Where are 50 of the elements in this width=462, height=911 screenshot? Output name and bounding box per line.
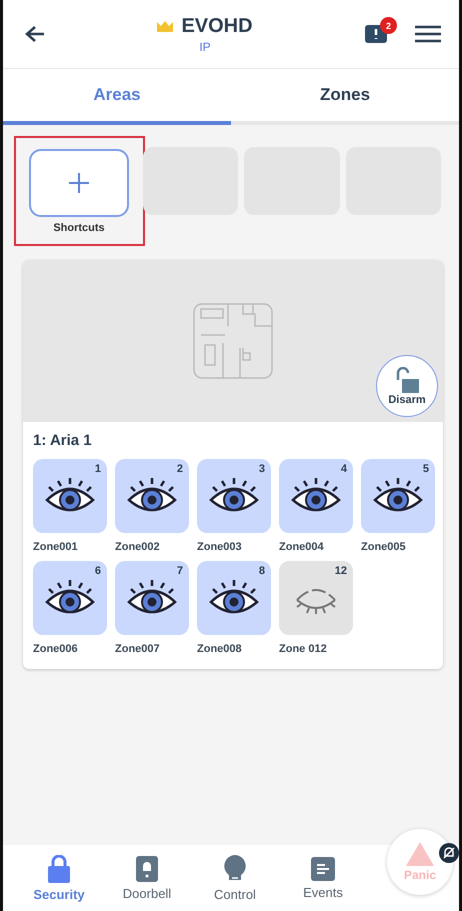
warning-triangle-icon <box>406 842 434 866</box>
document-icon <box>311 856 335 880</box>
zone-number: 1 <box>94 463 101 475</box>
zone-name: Zone002 <box>115 541 161 553</box>
zone-number: 3 <box>258 463 265 475</box>
zone-name: Zone003 <box>197 541 243 553</box>
zone-number: 5 <box>422 463 429 475</box>
crown-icon <box>157 20 174 32</box>
zone-tile[interactable]: 3 <box>197 459 271 533</box>
device-title: EVOHD <box>181 14 253 38</box>
shortcuts-label: Shortcuts <box>53 222 105 234</box>
add-shortcut-button[interactable] <box>29 149 129 217</box>
open-padlock-icon <box>394 366 420 392</box>
floor-plan-icon <box>193 303 273 379</box>
area-name: 1: Aria 1 <box>32 431 93 451</box>
zone-name: Zone008 <box>197 643 243 655</box>
zone-tile[interactable]: 8 <box>197 561 271 635</box>
zone-number: 6 <box>94 565 101 577</box>
nav-item[interactable]: Doorbell <box>103 856 191 900</box>
notification-badge: 2 <box>380 17 397 34</box>
zone-number: 12 <box>334 565 347 577</box>
zone-name: Zone007 <box>115 643 161 655</box>
zone-tile[interactable]: 5 <box>361 459 435 533</box>
padlock-icon <box>48 854 70 882</box>
zone-tile[interactable]: 12 <box>279 561 353 635</box>
zone-name: Zone005 <box>361 541 407 553</box>
zone-name: Zone001 <box>33 541 79 553</box>
zone-tile[interactable]: 1 <box>33 459 107 533</box>
zone-number: 2 <box>176 463 183 475</box>
zone-name: Zone006 <box>33 643 79 655</box>
zone-name: Zone 012 <box>279 643 328 655</box>
zone-number: 7 <box>176 565 183 577</box>
zone-tile[interactable]: 4 <box>279 459 353 533</box>
menu-button[interactable] <box>415 25 441 43</box>
nav-item[interactable]: Security <box>15 854 103 902</box>
disarm-button[interactable]: Disarm <box>376 355 438 417</box>
nav-item[interactable]: Control <box>191 854 279 902</box>
lightbulb-icon <box>224 854 246 882</box>
zone-number: 8 <box>258 565 265 577</box>
doorbell-icon <box>136 856 158 882</box>
zone-tile[interactable]: 7 <box>115 561 189 635</box>
nav-item[interactable]: Events <box>279 856 367 900</box>
back-button[interactable] <box>25 25 45 43</box>
zone-tile[interactable]: 2 <box>115 459 189 533</box>
plus-icon <box>69 173 89 193</box>
zone-number: 4 <box>340 463 347 475</box>
connection-type: IP <box>199 40 211 54</box>
notifications-button[interactable] <box>365 25 387 43</box>
zone-name: Zone004 <box>279 541 325 553</box>
zone-tile[interactable]: 6 <box>33 561 107 635</box>
